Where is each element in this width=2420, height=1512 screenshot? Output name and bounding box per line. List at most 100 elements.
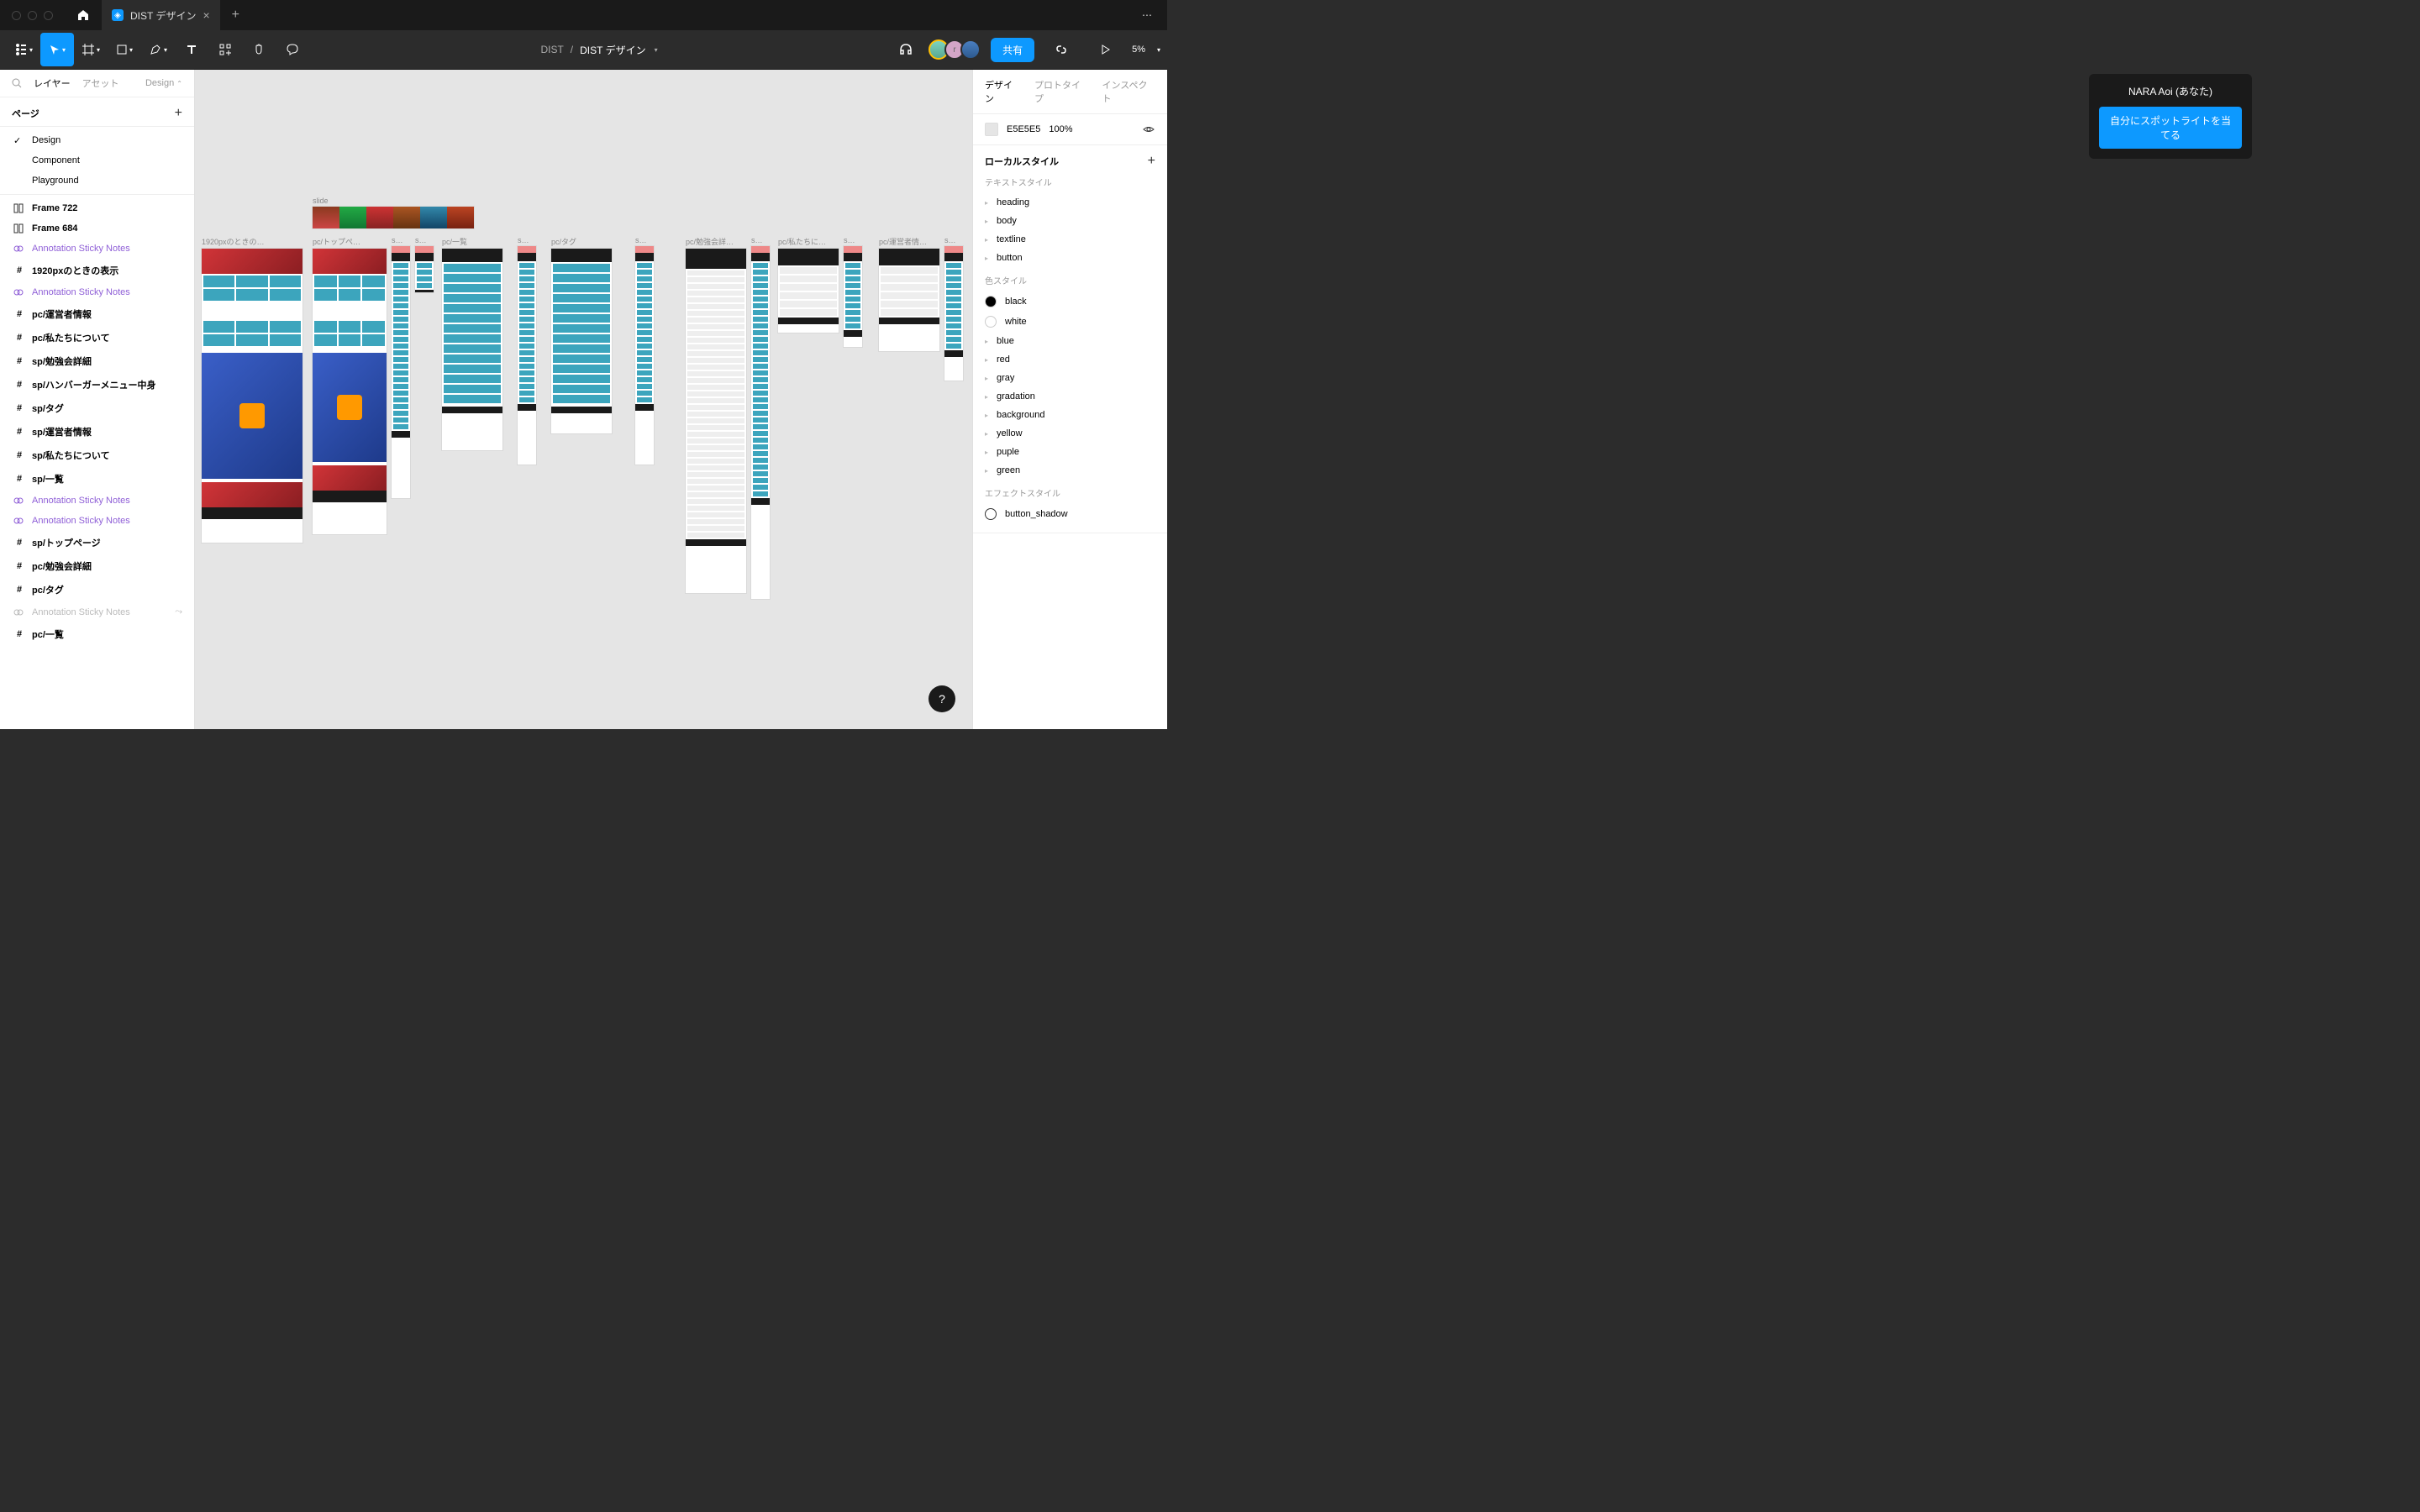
maximize-window-icon[interactable]: [44, 11, 53, 20]
frame[interactable]: [944, 246, 963, 381]
frame[interactable]: [635, 246, 654, 465]
text-style-item[interactable]: ▸heading: [985, 193, 1155, 212]
play-icon[interactable]: [1088, 33, 1122, 66]
layer-item[interactable]: #1920pxのときの表示: [0, 259, 194, 282]
page-item[interactable]: Playground: [0, 171, 194, 191]
add-style-button[interactable]: +: [1148, 154, 1155, 169]
share-button[interactable]: 共有: [991, 38, 1034, 62]
file-name[interactable]: DIST デザイン: [580, 43, 645, 57]
page-selector[interactable]: Design ⌃: [145, 78, 182, 88]
close-tab-icon[interactable]: ×: [203, 8, 209, 22]
help-button[interactable]: ?: [929, 685, 955, 712]
main-menu-button[interactable]: ▾: [7, 33, 40, 66]
color-style-item[interactable]: ▸background: [985, 406, 1155, 424]
layer-item[interactable]: Annotation Sticky Notes: [0, 239, 194, 259]
layer-item[interactable]: #sp/私たちについて: [0, 444, 194, 467]
layer-item[interactable]: Frame 722: [0, 198, 194, 218]
layers-tab[interactable]: レイヤー: [34, 76, 71, 90]
layer-item[interactable]: #sp/トップページ: [0, 531, 194, 554]
new-tab-button[interactable]: +: [220, 8, 251, 23]
layer-type-icon: #: [13, 474, 25, 484]
add-page-button[interactable]: +: [175, 106, 182, 121]
frame[interactable]: [518, 246, 536, 465]
style-name: gray: [997, 373, 1014, 383]
layer-item[interactable]: #sp/一覧: [0, 467, 194, 491]
link-icon[interactable]: [1044, 33, 1078, 66]
bg-opacity[interactable]: 100%: [1049, 124, 1072, 134]
more-menu-icon[interactable]: ⋯: [1128, 9, 1167, 21]
layer-item[interactable]: #pc/タグ: [0, 578, 194, 601]
page-item[interactable]: Component: [0, 150, 194, 171]
resources-tool[interactable]: [208, 33, 242, 66]
layer-item[interactable]: #pc/私たちについて: [0, 326, 194, 349]
color-style-item[interactable]: ▸blue: [985, 332, 1155, 350]
text-tool[interactable]: [175, 33, 208, 66]
color-style-item[interactable]: ▸red: [985, 350, 1155, 369]
color-style-item[interactable]: ▸yellow: [985, 424, 1155, 443]
color-style-item[interactable]: ▸gradation: [985, 387, 1155, 406]
visibility-icon[interactable]: [1142, 123, 1155, 136]
design-tab[interactable]: デザイン: [985, 78, 1021, 105]
headphones-icon[interactable]: [889, 33, 923, 66]
frame[interactable]: [202, 249, 302, 543]
minimize-window-icon[interactable]: [28, 11, 37, 20]
shape-tool[interactable]: ▾: [108, 33, 141, 66]
layer-item[interactable]: #sp/タグ: [0, 396, 194, 420]
inspect-tab[interactable]: インスペクト: [1102, 78, 1155, 105]
layer-item[interactable]: #sp/運営者情報: [0, 420, 194, 444]
frame[interactable]: [313, 249, 387, 534]
bg-swatch[interactable]: [985, 123, 998, 136]
frame[interactable]: [879, 249, 939, 351]
home-button[interactable]: [65, 0, 102, 30]
layer-item[interactable]: #pc/勉強会詳細: [0, 554, 194, 578]
frame[interactable]: [392, 246, 410, 498]
comment-tool[interactable]: [276, 33, 309, 66]
move-tool[interactable]: ▾: [40, 33, 74, 66]
search-icon[interactable]: [12, 78, 22, 88]
avatar[interactable]: [960, 39, 981, 60]
project-name[interactable]: DIST: [540, 44, 563, 55]
page-item[interactable]: ✓Design: [0, 130, 194, 150]
frame-tool[interactable]: ▾: [74, 33, 108, 66]
layer-item[interactable]: #pc/一覧: [0, 622, 194, 646]
frame[interactable]: [751, 246, 770, 599]
layer-item[interactable]: Annotation Sticky Notes⤳: [0, 601, 194, 622]
zoom-level[interactable]: 5%: [1132, 45, 1145, 55]
bg-hex[interactable]: E5E5E5: [1007, 124, 1040, 134]
frame[interactable]: [686, 249, 746, 593]
chevron-down-icon[interactable]: ▾: [655, 46, 658, 54]
hand-tool[interactable]: [242, 33, 276, 66]
color-style-item[interactable]: white: [985, 312, 1155, 332]
prototype-tab[interactable]: プロトタイプ: [1034, 78, 1088, 105]
color-style-item[interactable]: ▸green: [985, 461, 1155, 480]
layer-item[interactable]: Frame 684: [0, 218, 194, 239]
layer-item[interactable]: #pc/運営者情報: [0, 302, 194, 326]
text-style-item[interactable]: ▸body: [985, 212, 1155, 230]
close-window-icon[interactable]: [12, 11, 21, 20]
layer-item[interactable]: #sp/勉強会詳細: [0, 349, 194, 373]
layer-item[interactable]: Annotation Sticky Notes: [0, 282, 194, 302]
hidden-icon[interactable]: ⤳: [175, 606, 182, 617]
frame[interactable]: [415, 246, 434, 292]
text-style-item[interactable]: ▸button: [985, 249, 1155, 267]
effect-style-item[interactable]: button_shadow: [985, 504, 1155, 524]
frame[interactable]: [442, 249, 502, 450]
file-tab[interactable]: ◈ DIST デザイン ×: [102, 0, 220, 30]
frame[interactable]: [844, 246, 862, 347]
canvas[interactable]: slide 1920pxのときの…pc/トップペ…s…s…pc/一覧s…pc/タ…: [195, 70, 972, 729]
pen-tool[interactable]: ▾: [141, 33, 175, 66]
frame[interactable]: [778, 249, 839, 333]
color-style-item[interactable]: ▸gray: [985, 369, 1155, 387]
frame[interactable]: [551, 249, 612, 433]
layer-item[interactable]: #sp/ハンバーガーメニュー中身: [0, 373, 194, 396]
color-style-item[interactable]: black: [985, 291, 1155, 312]
chevron-down-icon[interactable]: ▾: [1157, 46, 1160, 54]
layer-label: pc/タグ: [32, 583, 64, 596]
assets-tab[interactable]: アセット: [82, 76, 119, 90]
frame[interactable]: [313, 207, 474, 228]
layer-item[interactable]: Annotation Sticky Notes: [0, 511, 194, 531]
spotlight-button[interactable]: 自分にスポットライトを当てる: [2099, 107, 2242, 149]
text-style-item[interactable]: ▸textline: [985, 230, 1155, 249]
layer-item[interactable]: Annotation Sticky Notes: [0, 491, 194, 511]
color-style-item[interactable]: ▸puple: [985, 443, 1155, 461]
